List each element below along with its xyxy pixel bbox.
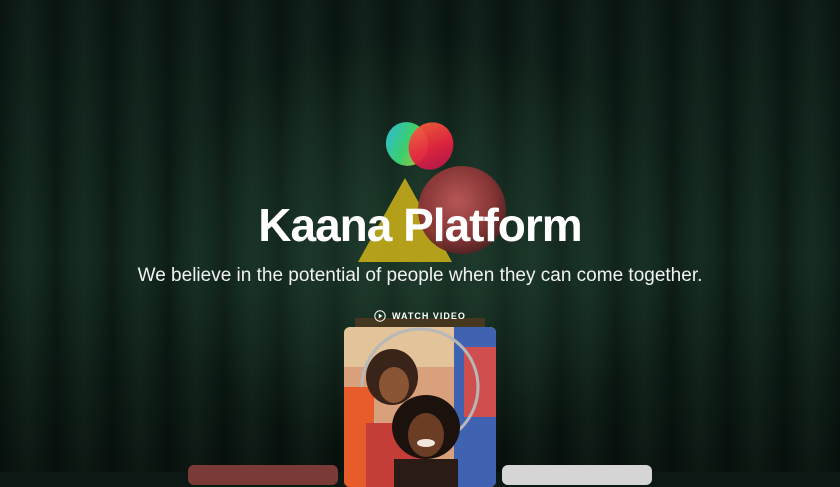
watch-video-label: WATCH VIDEO [392, 311, 466, 321]
gallery-card-right[interactable] [502, 465, 652, 485]
watch-video-button[interactable]: WATCH VIDEO [374, 308, 466, 324]
heart-logo-icon[interactable] [385, 120, 455, 178]
tagline: We believe in the potential of people wh… [137, 265, 703, 286]
gallery-card-left[interactable] [188, 465, 338, 485]
featured-photo[interactable] [344, 327, 496, 487]
play-circle-icon [374, 310, 386, 322]
page-title: Kaana Platform [258, 199, 582, 251]
